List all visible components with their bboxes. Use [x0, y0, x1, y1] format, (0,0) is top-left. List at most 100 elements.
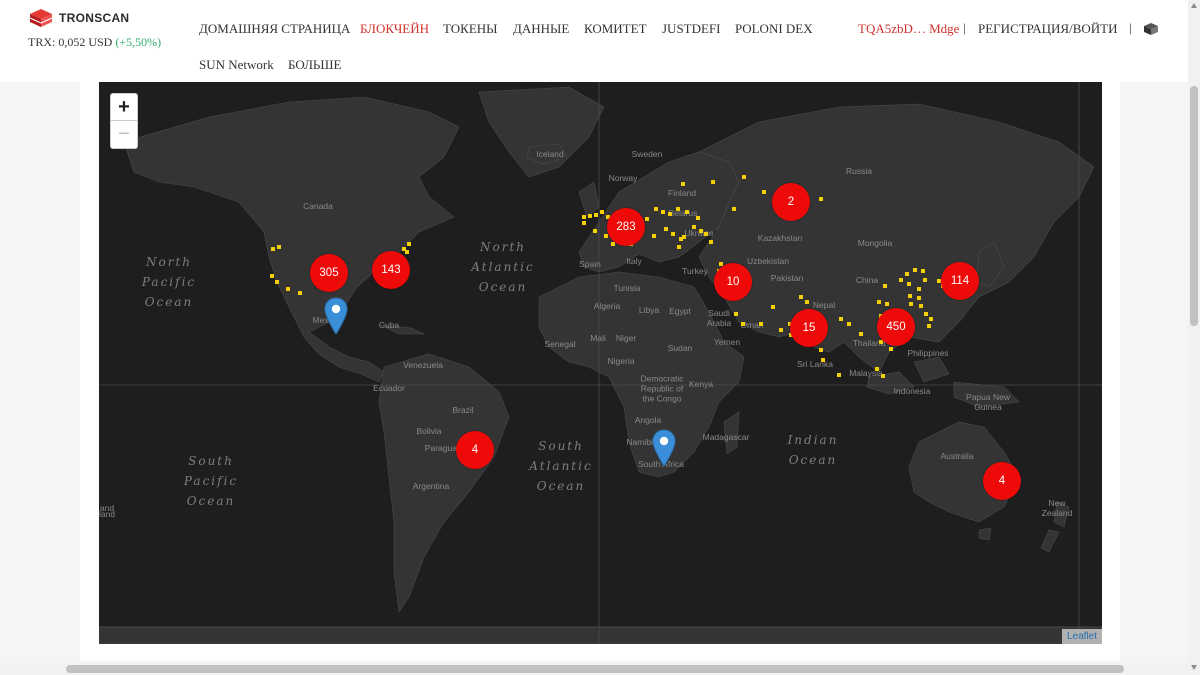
- place-label: Iceland: [536, 149, 564, 160]
- node-dot: [593, 229, 597, 233]
- node-dot: [704, 232, 708, 236]
- place-label: Sudan: [667, 343, 693, 354]
- node-cluster[interactable]: 4: [983, 462, 1021, 500]
- node-dot: [604, 234, 608, 238]
- vertical-scrollbar[interactable]: [1188, 0, 1200, 675]
- tronscan-logo[interactable]: TRONSCAN: [28, 8, 129, 28]
- node-dot: [923, 278, 927, 282]
- place-label: Nepal: [812, 300, 836, 311]
- node-cluster[interactable]: 4: [456, 431, 494, 469]
- scroll-down-icon[interactable]: [1190, 663, 1198, 671]
- place-label: Yemen: [713, 337, 741, 348]
- place-label: Bolivia: [416, 426, 442, 437]
- node-dot: [839, 317, 843, 321]
- place-label: Pakistan: [770, 273, 804, 284]
- place-label: China: [855, 275, 879, 286]
- node-dot: [819, 197, 823, 201]
- node-dot: [921, 269, 925, 273]
- node-map[interactable]: North Pacific Ocean North Atlantic Ocean…: [99, 82, 1102, 644]
- node-dot: [734, 312, 738, 316]
- node-dot: [681, 182, 685, 186]
- place-label: Sri Lanka: [797, 359, 833, 370]
- place-label: Indonesia: [893, 386, 931, 397]
- node-cluster[interactable]: 283: [607, 208, 645, 246]
- place-label: Brazil: [452, 405, 474, 416]
- nav-tokens[interactable]: ТОКЕНЫ: [443, 21, 498, 37]
- node-dot: [885, 302, 889, 306]
- nav-sun-network[interactable]: SUN Network: [199, 57, 274, 73]
- place-label: Canada: [303, 201, 333, 212]
- account-address[interactable]: TQA5zbD… Mdge: [858, 21, 959, 37]
- place-label: Finland: [668, 188, 696, 199]
- place-label: Papua New Guinea: [966, 392, 1010, 412]
- ocean-label-indian: Indian Ocean: [787, 433, 839, 467]
- node-dot: [799, 295, 803, 299]
- nav-committee[interactable]: КОМИТЕТ: [584, 21, 647, 37]
- leaflet-attribution-link[interactable]: Leaflet: [1062, 629, 1102, 644]
- place-label: Mali: [590, 333, 606, 344]
- node-dot: [709, 240, 713, 244]
- node-dot: [286, 287, 290, 291]
- node-dot: [277, 245, 281, 249]
- node-dot: [877, 300, 881, 304]
- node-dot: [907, 282, 911, 286]
- node-cluster[interactable]: 143: [372, 251, 410, 289]
- nav-data[interactable]: ДАННЫЕ: [513, 21, 569, 37]
- nav-justdefi[interactable]: JUSTDEFI: [662, 21, 721, 37]
- node-dot: [741, 322, 745, 326]
- ocean-label-north-pacific: North Pacific Ocean: [141, 255, 197, 309]
- node-cluster[interactable]: 15: [790, 309, 828, 347]
- place-label: Spain: [579, 259, 601, 270]
- node-cluster[interactable]: 114: [941, 262, 979, 300]
- node-dot: [881, 374, 885, 378]
- node-dot: [692, 225, 696, 229]
- node-dot: [676, 207, 680, 211]
- place-label: New Zealand: [1041, 498, 1073, 518]
- node-cluster[interactable]: 10: [714, 263, 752, 301]
- node-dot: [664, 227, 668, 231]
- node-dot: [679, 237, 683, 241]
- node-dot: [407, 242, 411, 246]
- place-label: Sweden: [631, 149, 663, 160]
- node-cluster[interactable]: 450: [877, 308, 915, 346]
- horizontal-scrollbar[interactable]: [0, 663, 1188, 675]
- nav-polonidex[interactable]: POLONI DEX: [735, 21, 813, 37]
- node-dot: [889, 347, 893, 351]
- login-button[interactable]: РЕГИСТРАЦИЯ/ВОЙТИ: [978, 21, 1117, 37]
- nav-home[interactable]: ДОМАШНЯЯ СТРАНИЦА: [199, 21, 350, 37]
- node-dot: [837, 373, 841, 377]
- horizontal-scroll-thumb[interactable]: [66, 665, 1124, 673]
- node-dot: [905, 272, 909, 276]
- vertical-scroll-thumb[interactable]: [1190, 86, 1198, 326]
- node-dot: [771, 305, 775, 309]
- node-dot: [668, 212, 672, 216]
- place-label: Ecuador: [373, 383, 405, 394]
- node-cluster[interactable]: 2: [772, 183, 810, 221]
- place-label: Venezuela: [403, 360, 443, 371]
- scroll-up-icon[interactable]: [1190, 2, 1198, 10]
- node-dot: [924, 312, 928, 316]
- zoom-out-button[interactable]: −: [111, 121, 137, 148]
- place-label: Nigeria: [607, 356, 635, 367]
- top-navbar: TRONSCAN TRX: 0,052 USD (+5,50%) ДОМАШНЯ…: [0, 0, 1188, 82]
- zoom-in-button[interactable]: +: [111, 94, 137, 121]
- location-marker-icon[interactable]: [652, 429, 676, 467]
- location-marker-icon[interactable]: [324, 297, 348, 335]
- node-dot: [762, 190, 766, 194]
- place-label: Cuba: [378, 320, 400, 331]
- trx-price: TRX: 0,052 USD (+5,50%): [28, 35, 161, 50]
- place-label: land: [99, 509, 116, 520]
- nav-more[interactable]: БОЛЬШЕ: [288, 57, 341, 73]
- nav-blockchain[interactable]: БЛОКЧЕЙН: [360, 21, 429, 37]
- node-dot: [917, 296, 921, 300]
- language-icon[interactable]: [1143, 22, 1159, 36]
- node-cluster[interactable]: 305: [310, 254, 348, 292]
- trx-price-value: TRX: 0,052 USD: [28, 35, 113, 49]
- place-label: Uzbekistan: [746, 256, 790, 267]
- node-dot: [927, 324, 931, 328]
- zoom-control: + −: [110, 93, 138, 149]
- node-dot: [661, 210, 665, 214]
- node-dot: [899, 278, 903, 282]
- place-label: Philippines: [907, 348, 949, 359]
- node-dot: [696, 216, 700, 220]
